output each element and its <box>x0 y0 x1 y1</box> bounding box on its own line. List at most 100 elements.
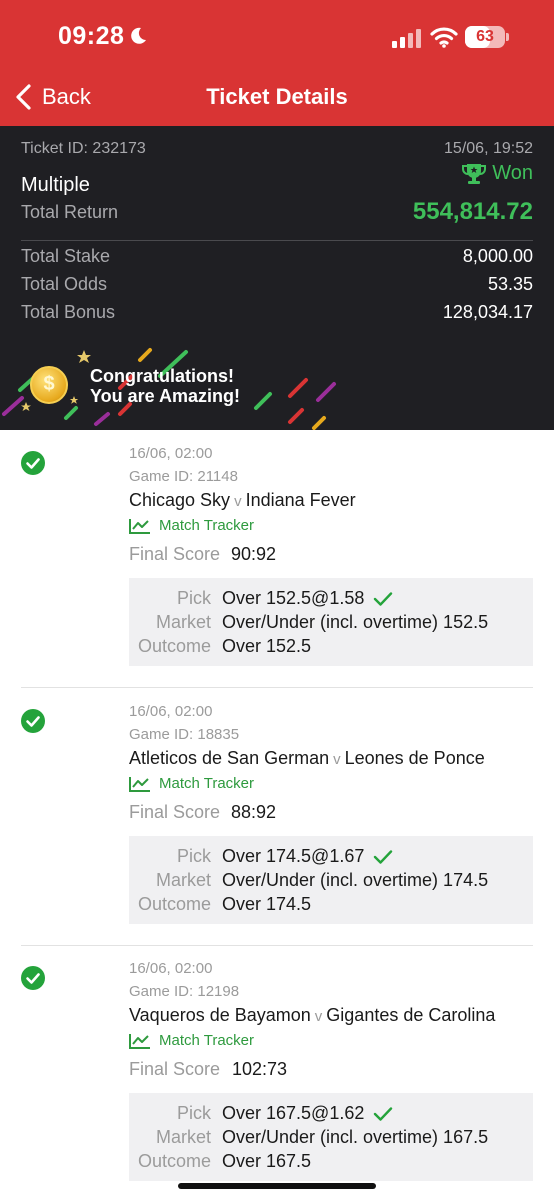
battery-level: 63 <box>476 28 494 45</box>
pick-row: Pick Over 167.5@1.62 <box>129 1103 533 1127</box>
bet-card: 16/06, 02:00 Game ID: 21148 Chicago Sky v… <box>0 430 554 688</box>
summary-divider <box>21 240 533 241</box>
pick-details: Pick Over 152.5@1.58 Market Over/Under (… <box>129 578 533 666</box>
match-tracker-label: Match Tracker <box>159 1032 255 1049</box>
total-bonus-label: Total Bonus <box>21 302 116 322</box>
trophy-icon <box>462 163 487 184</box>
battery-icon: 63 <box>465 26 509 48</box>
outcome-label: Outcome <box>137 894 211 914</box>
final-score-label: Final Score <box>129 544 221 564</box>
match-tracker-link[interactable]: Match Tracker <box>129 517 254 534</box>
market-value: Over/Under (incl. overtime) 167.5 <box>222 1127 489 1147</box>
home-indicator[interactable] <box>178 1183 376 1189</box>
home-team: Vaqueros de Bayamon <box>129 1005 311 1025</box>
market-label: Market <box>155 612 211 632</box>
check-circle-icon <box>21 709 45 733</box>
total-odds-row: Total Odds 53.35 <box>21 274 533 295</box>
wifi-icon <box>430 27 458 48</box>
match-teams: Chicago Sky v Indiana Fever <box>129 490 356 511</box>
ticket-type: Multiple <box>21 174 90 196</box>
status-badge: Won <box>462 162 533 185</box>
confetti-decoration <box>2 348 336 430</box>
total-bonus-value: 128,034.17 <box>442 302 533 322</box>
total-stake-value: 8,000.00 <box>462 246 533 266</box>
check-circle-icon <box>21 451 45 475</box>
coin-symbol: $ <box>43 373 55 395</box>
vs-label: v <box>234 493 242 510</box>
pick-label: Pick <box>176 846 211 866</box>
outcome-row: Outcome Over 167.5 <box>129 1151 533 1175</box>
match-tracker-label: Match Tracker <box>159 775 255 792</box>
tracker-chart-icon <box>129 518 150 534</box>
total-odds-value: 53.35 <box>487 274 533 294</box>
moon-icon <box>131 27 146 44</box>
outcome-row: Outcome Over 152.5 <box>129 636 533 660</box>
final-score-value: 90:92 <box>231 544 277 564</box>
outcome-label: Outcome <box>137 1151 211 1171</box>
checkmark-icon <box>374 1106 393 1121</box>
outcome-value: Over 152.5 <box>222 636 312 656</box>
check-circle-icon <box>21 966 45 990</box>
outcome-value: Over 167.5 <box>222 1151 312 1171</box>
vs-label: v <box>314 1008 323 1025</box>
banner-line-2: You are Amazing! <box>90 386 241 406</box>
final-score-value: 102:73 <box>232 1059 288 1079</box>
game-id: Game ID: 21148 <box>129 468 238 485</box>
bet-card: 16/06, 02:00 Game ID: 12198 Vaqueros de … <box>0 945 554 1200</box>
market-label: Market <box>155 870 211 890</box>
ticket-datetime: 15/06, 19:52 <box>444 140 533 157</box>
ticket-id: Ticket ID: 232173 <box>21 140 146 157</box>
outcome-value: Over 174.5 <box>222 894 312 914</box>
home-team: Chicago Sky <box>129 490 231 510</box>
away-team: Leones de Ponce <box>344 748 485 768</box>
signal-icon <box>392 29 421 48</box>
market-label: Market <box>155 1127 211 1147</box>
pick-value: Over 174.5@1.67 <box>222 846 365 866</box>
pick-label: Pick <box>176 1103 211 1123</box>
match-tracker-label: Match Tracker <box>159 517 255 534</box>
match-teams: Vaqueros de Bayamon v Gigantes de Carolina <box>129 1005 495 1026</box>
total-stake-row: Total Stake 8,000.00 <box>21 246 533 267</box>
congratulations-banner: Congratulations! You are Amazing! <box>90 366 240 406</box>
outcome-label: Outcome <box>137 636 211 656</box>
market-value: Over/Under (incl. overtime) 152.5 <box>222 612 489 632</box>
coin-icon: $ <box>30 366 68 404</box>
pick-details: Pick Over 174.5@1.67 Market Over/Under (… <box>129 836 533 924</box>
final-score-label: Final Score <box>129 1059 221 1079</box>
total-odds-label: Total Odds <box>21 274 108 294</box>
away-team: Indiana Fever <box>245 490 356 510</box>
game-id: Game ID: 18835 <box>129 726 240 743</box>
final-score-value: 88:92 <box>231 802 277 822</box>
outcome-row: Outcome Over 174.5 <box>129 894 533 918</box>
tracker-chart-icon <box>129 776 150 792</box>
page-title: Ticket Details <box>206 84 348 109</box>
header-bar: 09:28 63 Back Ticket Details <box>0 0 554 126</box>
away-team: Gigantes de Carolina <box>326 1005 496 1025</box>
checkmark-icon <box>374 591 393 606</box>
market-value: Over/Under (incl. overtime) 174.5 <box>222 870 489 890</box>
match-tracker-link[interactable]: Match Tracker <box>129 1032 254 1049</box>
final-score-label: Final Score <box>129 802 221 822</box>
checkmark-icon <box>374 849 393 864</box>
pick-value: Over 167.5@1.62 <box>222 1103 365 1123</box>
kickoff-time: 16/06, 02:00 <box>129 445 213 462</box>
total-return-label: Total Return <box>21 202 119 222</box>
status-label: Won <box>492 162 533 184</box>
tracker-chart-icon <box>129 1033 150 1049</box>
pick-value: Over 152.5@1.58 <box>222 588 365 608</box>
banner-line-1: Congratulations! <box>90 366 234 386</box>
total-stake-label: Total Stake <box>21 246 111 266</box>
pick-label: Pick <box>176 588 211 608</box>
status-time: 09:28 <box>58 22 125 50</box>
total-return-value: 554,814.72 <box>412 198 533 225</box>
bet-card: 16/06, 02:00 Game ID: 18835 Atleticos de… <box>0 688 554 946</box>
match-tracker-link[interactable]: Match Tracker <box>129 775 254 792</box>
game-id: Game ID: 12198 <box>129 983 240 1000</box>
market-row: Market Over/Under (incl. overtime) 152.5 <box>129 612 533 636</box>
ticket-summary: Ticket ID: 232173 15/06, 19:52 Multiple … <box>0 126 554 430</box>
pick-row: Pick Over 152.5@1.58 <box>129 588 533 612</box>
kickoff-time: 16/06, 02:00 <box>129 960 213 977</box>
market-row: Market Over/Under (incl. overtime) 174.5 <box>129 870 533 894</box>
pick-row: Pick Over 174.5@1.67 <box>129 846 533 870</box>
total-bonus-row: Total Bonus 128,034.17 <box>21 302 533 323</box>
